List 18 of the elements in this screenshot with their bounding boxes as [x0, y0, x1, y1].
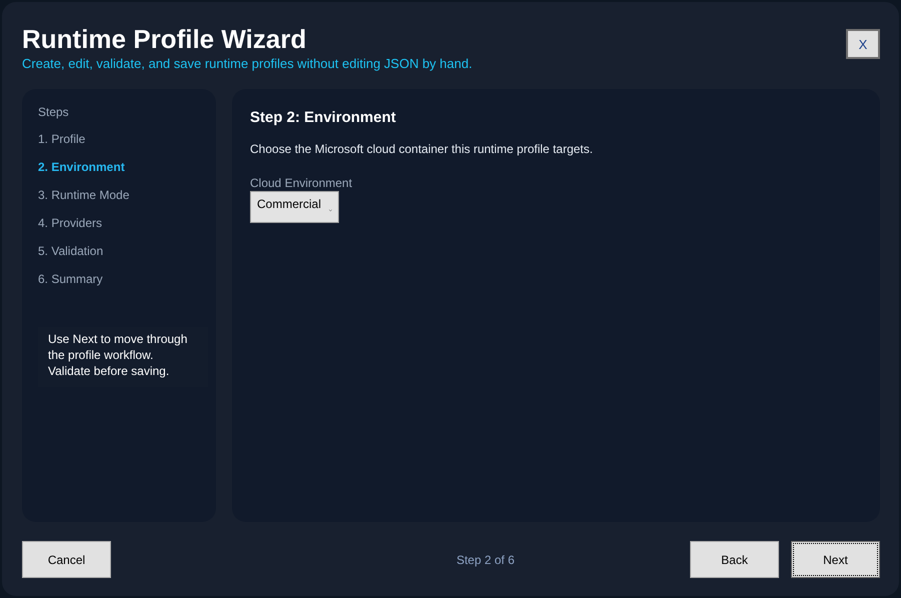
window-subtitle: Create, edit, validate, and save runtime profiles without editing JSON by hand. — [22, 56, 472, 71]
field-label: Cloud Environment — [250, 176, 354, 190]
close-button[interactable]: X — [846, 29, 880, 59]
step-item[interactable]: 5. Validation — [38, 237, 200, 265]
step-item[interactable]: 2. Environment — [38, 153, 200, 181]
step-heading: Step 2: Environment — [250, 109, 397, 126]
step-item[interactable]: 6. Summary — [38, 265, 200, 293]
back-button[interactable]: Back — [690, 541, 779, 578]
step-item[interactable]: 1. Profile — [38, 125, 200, 153]
cancel-button[interactable]: Cancel — [22, 541, 111, 578]
window-title: Runtime Profile Wizard — [22, 24, 308, 54]
step-description: Choose the Microsoft cloud container this runtime profile targets. — [250, 142, 594, 156]
next-button[interactable]: Next — [790, 541, 880, 578]
step-count-text: Step 2 of 6 — [456, 552, 515, 566]
cloud-environment-dropdown[interactable]: Commercial — [250, 191, 339, 223]
steps-heading: Steps — [38, 105, 70, 119]
step-item[interactable]: 4. Providers — [38, 209, 200, 237]
step-item[interactable]: 3. Runtime Mode — [38, 181, 200, 209]
